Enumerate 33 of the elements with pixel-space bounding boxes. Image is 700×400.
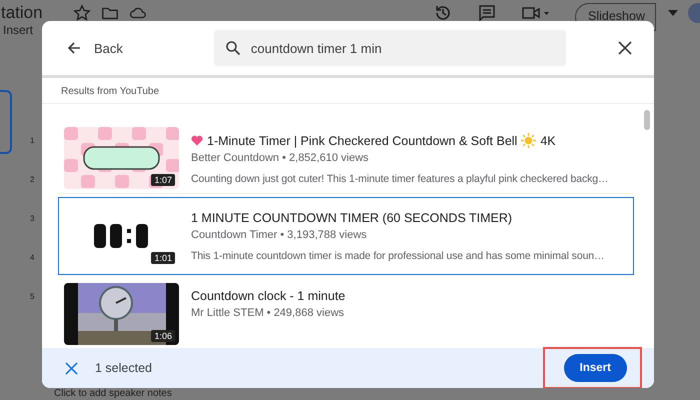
star-icon[interactable] bbox=[72, 4, 91, 22]
ruler-number: 5 bbox=[30, 292, 34, 301]
video-title: 1-Minute Timer | Pink Checkered Countdown & Soft Bell bbox=[207, 134, 518, 148]
quality-label: 4K bbox=[540, 134, 556, 148]
scrollbar-thumb[interactable] bbox=[644, 110, 650, 130]
channel-views: Mr Little STEM • 249,868 views bbox=[191, 307, 346, 319]
duration-badge: 1:01 bbox=[151, 252, 175, 264]
close-icon[interactable] bbox=[618, 41, 632, 55]
ruler-number: 3 bbox=[30, 214, 34, 223]
ruler-number: 2 bbox=[30, 175, 34, 184]
caret-icon[interactable] bbox=[668, 10, 678, 16]
section-label: Results from YouTube bbox=[60, 85, 160, 99]
comment-icon[interactable] bbox=[477, 3, 498, 23]
search-field[interactable]: countdown timer 1 min bbox=[214, 30, 566, 66]
ruler-number: 4 bbox=[30, 253, 34, 262]
duration-badge: 1:06 bbox=[151, 330, 175, 342]
result-item[interactable]: 1:01 1 MINUTE COUNTDOWN TIMER (60 SECONDS TIMER) Countdown Timer • 3,193,788 views This 1-minute countdown timer is made for professional use and has some minimal soun… bbox=[58, 197, 634, 275]
channel-views: Countdown Timer • 3,193,788 views bbox=[191, 229, 368, 241]
insert-button[interactable]: Insert bbox=[564, 354, 627, 382]
menu-item[interactable]: Insert bbox=[3, 23, 34, 37]
document-title: tation bbox=[1, 3, 43, 23]
video-description: Counting down just got cuter! This 1-minute timer features a playful pink checkered backg… bbox=[191, 173, 610, 185]
back-arrow-icon bbox=[66, 40, 82, 56]
video-description: This 1-minute countdown timer is made for professional use and has some minimal soun… bbox=[191, 250, 606, 262]
duration-badge: 1:07 bbox=[151, 174, 175, 186]
back-button[interactable]: Back bbox=[66, 40, 123, 56]
speaker-notes[interactable]: Click to add speaker notes bbox=[54, 388, 172, 399]
video-title: 1 MINUTE COUNTDOWN TIMER (60 SECONDS TIMER) bbox=[191, 211, 512, 225]
video-title: Countdown clock - 1 minute bbox=[191, 289, 346, 303]
selection-count: 1 selected bbox=[95, 361, 152, 375]
result-item[interactable]: 1:07 1-Minute Timer | Pink Checkered Countdown & Soft Bell 4K Better Countdown • 2,852,610 views Counting down just got cuter! This 1-minute timer features a playful pink checkered backg… bbox=[58, 122, 634, 194]
channel-views: Better Countdown • 2,852,610 views bbox=[191, 152, 370, 164]
ruler-number: 1 bbox=[30, 136, 34, 145]
